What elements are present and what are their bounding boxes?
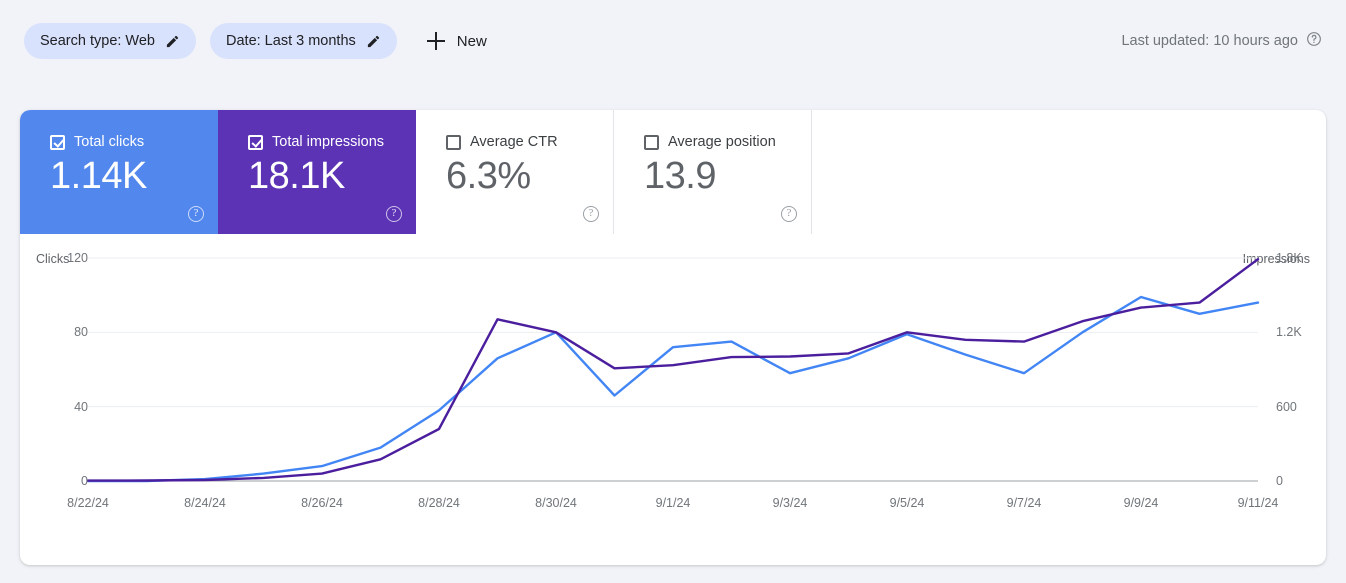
metric-tile-average-ctr-label: Average CTR (470, 134, 558, 150)
y-axis-left-tick: 0 (81, 474, 88, 488)
x-axis-tick: 9/9/24 (1123, 496, 1159, 510)
help-icon[interactable]: ? (583, 206, 599, 222)
y-axis-right-tick: 1.8K (1276, 251, 1302, 265)
filter-toolbar: Search type: Web Date: Last 3 months New… (0, 0, 1346, 82)
x-axis-tick: 9/1/24 (655, 496, 691, 510)
x-axis-tick: 9/3/24 (772, 496, 808, 510)
y-axis-left-tick: 120 (67, 251, 88, 265)
metric-tile-average-position[interactable]: Average position 13.9 ? (614, 110, 812, 234)
metric-tile-total-impressions-label: Total impressions (272, 134, 385, 150)
plus-icon (426, 32, 445, 50)
y-axis-left-tick: 80 (74, 325, 88, 340)
y-axis-right-tick: 600 (1276, 399, 1297, 414)
metric-tile-total-impressions-header: Total impressions (248, 134, 398, 150)
pencil-icon[interactable] (165, 34, 180, 49)
x-axis-tick: 8/28/24 (418, 496, 460, 510)
filter-chip-search-type[interactable]: Search type: Web (24, 23, 196, 59)
pencil-icon[interactable] (366, 34, 381, 49)
help-icon[interactable] (1306, 31, 1322, 51)
metric-tile-total-clicks[interactable]: Total clicks 1.14K ? (20, 110, 218, 234)
x-axis-tick: 8/26/24 (301, 496, 343, 510)
metric-tile-total-clicks-label: Total clicks (74, 134, 145, 150)
help-icon[interactable]: ? (781, 206, 797, 222)
filter-chip-search-type-label: Search type: Web (40, 33, 155, 49)
last-updated-label: Last updated: 10 hours ago (1121, 33, 1298, 49)
metric-tile-average-position-header: Average position (644, 134, 793, 150)
help-icon[interactable]: ? (386, 206, 402, 222)
metric-tile-total-clicks-value: 1.14K (50, 155, 147, 197)
y-axis-right-tick: 0 (1276, 474, 1283, 488)
metric-tile-average-position-label: Average position (668, 134, 776, 150)
metric-tile-total-clicks-header: Total clicks (50, 134, 200, 150)
help-icon[interactable]: ? (188, 206, 204, 222)
metric-tile-total-impressions-value: 18.1K (248, 155, 345, 197)
y-axis-left-tick: 40 (74, 399, 88, 414)
x-axis-tick: 8/30/24 (535, 496, 577, 510)
metric-tile-total-impressions[interactable]: Total impressions 18.1K ? (218, 110, 416, 234)
x-axis-tick: 9/11/24 (1237, 496, 1279, 510)
y-axis-right-tick: 1.2K (1276, 325, 1302, 340)
performance-card: Total clicks 1.14K ? Total impressions 1… (20, 110, 1326, 565)
x-axis-tick: 9/5/24 (889, 496, 925, 510)
x-axis-tick: 8/24/24 (184, 496, 226, 510)
metric-tile-average-ctr[interactable]: Average CTR 6.3% ? (416, 110, 614, 234)
checkbox-average-ctr[interactable] (446, 134, 461, 150)
x-axis-tick: 9/7/24 (1006, 496, 1042, 510)
metric-tiles: Total clicks 1.14K ? Total impressions 1… (20, 110, 812, 234)
add-new-filter-label: New (456, 32, 487, 50)
filter-chip-date[interactable]: Date: Last 3 months (210, 23, 397, 59)
checkbox-total-clicks[interactable] (50, 134, 65, 150)
filter-chip-date-label: Date: Last 3 months (226, 33, 356, 49)
chart-canvas (86, 257, 1260, 483)
x-axis-tick: 8/22/24 (67, 496, 109, 510)
metric-tile-average-position-value: 13.9 (644, 155, 716, 197)
metric-tile-average-ctr-value: 6.3% (446, 155, 531, 197)
checkbox-total-impressions[interactable] (248, 134, 263, 150)
performance-chart: Clicks Impressions 0 0 40 600 80 1.2K 120 1.8K 8… (20, 234, 1326, 565)
add-new-filter-button[interactable]: New (419, 23, 499, 59)
checkbox-average-position[interactable] (644, 134, 659, 150)
last-updated-status: Last updated: 10 hours ago (1121, 31, 1322, 51)
metric-tile-average-ctr-header: Average CTR (446, 134, 595, 150)
